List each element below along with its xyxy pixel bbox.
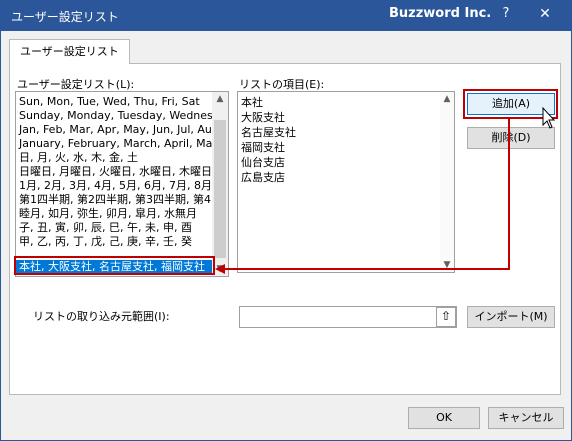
cancel-button[interactable]: キャンセル	[488, 407, 564, 429]
import-range-label: リストの取り込み元範囲(I):	[33, 310, 170, 323]
custom-lists-dialog: ユーザー設定リスト Buzzword Inc. ? ✕ ユーザー設定リスト ユー…	[0, 0, 572, 441]
dialog-footer	[1, 398, 571, 440]
range-picker-icon[interactable]: ⇧	[436, 307, 456, 327]
import-button[interactable]: インポート(M)	[467, 306, 555, 328]
ok-button[interactable]: OK	[408, 407, 480, 429]
tab-custom-lists[interactable]: ユーザー設定リスト	[9, 39, 130, 64]
annotation-arrow	[215, 106, 556, 274]
import-range-input[interactable]	[239, 306, 457, 328]
